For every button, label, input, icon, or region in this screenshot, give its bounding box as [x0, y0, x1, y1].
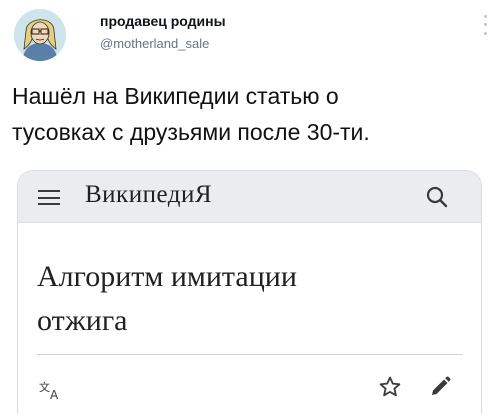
wikipedia-screenshot[interactable]: ВикипедиЯ Алгоритм имитации отжига 文 A	[17, 170, 482, 414]
avatar[interactable]	[14, 9, 66, 61]
wiki-logo[interactable]: ВикипедиЯ	[85, 181, 212, 209]
svg-text:A: A	[50, 388, 59, 401]
edit-icon[interactable]	[428, 375, 452, 399]
author-handle[interactable]: @motherland_sale	[100, 36, 209, 51]
tweet-header: продавец родины @motherland_sale	[0, 0, 500, 70]
article-title: Алгоритм имитации отжига	[37, 255, 457, 343]
author-name[interactable]: продавец родины	[100, 13, 226, 29]
tweet-text-line: Нашёл на Википедии статью о	[12, 83, 339, 109]
more-options-icon[interactable]	[478, 12, 492, 38]
article-title-line: отжига	[37, 304, 128, 337]
star-icon[interactable]	[378, 375, 402, 399]
menu-icon[interactable]	[38, 190, 60, 205]
article-title-line: Алгоритм имитации	[37, 260, 297, 293]
tweet-text: Нашёл на Википедии статью о тусовках с д…	[12, 78, 482, 150]
tweet-text-line: тусовках с друзьями после 30-ти.	[12, 119, 370, 145]
svg-text:文: 文	[39, 380, 50, 394]
avatar-image	[14, 9, 66, 61]
language-icon[interactable]: 文 A	[39, 379, 65, 401]
search-icon[interactable]	[424, 184, 450, 210]
divider	[37, 354, 463, 355]
wiki-topbar: ВикипедиЯ	[18, 171, 481, 223]
